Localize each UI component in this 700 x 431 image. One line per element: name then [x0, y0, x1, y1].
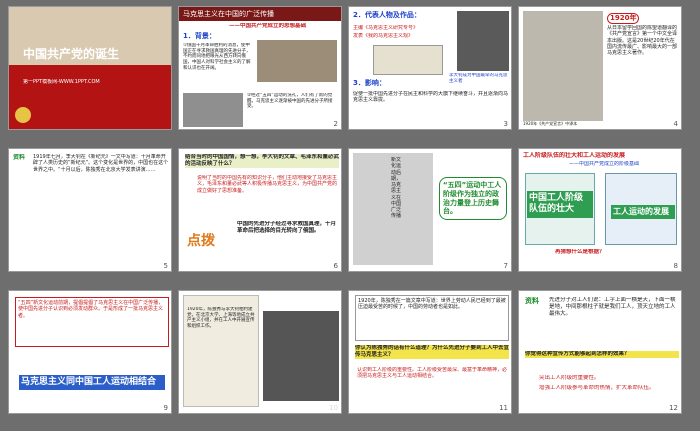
slide-9-banner: 马克思主义同中国工人运动相结合	[19, 375, 165, 391]
slide-1-subtitle: 第一PPT模板网-WWW.1PPT.COM	[23, 79, 100, 85]
slide-6-question: 结合当时的中国国情，想一想，李大钊的文章、毛泽东和董必武的活动反映了什么？	[185, 154, 339, 168]
slide-11-question: 你认为陈独秀的话有什么道理？为什么先进分子要到工人中去宣传马克思主义？	[355, 345, 509, 359]
slide-7-thumbnail[interactable]: 新文化运动后期，马克思主义在中国广泛传播 “五四”运动中工人阶级作为独立的政治力…	[348, 148, 512, 272]
slide-12-answer-1: 突出工人阶级的重要性。	[539, 375, 600, 381]
slide-10-thumbnail[interactable]: 1920年，陈独秀与李大钊相约建党，在北京大学、上海等地成立共产主义小组，并在工…	[178, 290, 342, 414]
slide-12-source: 资料	[525, 297, 539, 305]
slide-3-thumbnail[interactable]: 2．代表人物及作品： 主编《马克思主义研究专号》 发表《我的马克思主义观》 李大…	[348, 6, 512, 130]
slide-6-note: 中国的先进分子经过寻求救国真理，十月革命后把选择的目光转向了俄国。	[237, 221, 337, 234]
slide-number: 9	[163, 404, 168, 412]
slide-number: 4	[673, 120, 678, 128]
slide-7-side-text: 新文化运动后期，马克思主义在中国广泛传播	[391, 157, 402, 220]
slide-number: 2	[333, 120, 338, 128]
slide-4-marx-portrait	[523, 11, 603, 121]
slide-6-answer: 说明了当时的中国先有的知识分子，他们主动地接受了马克思主义，毛泽东和董必武等人积…	[197, 175, 337, 194]
slide-4-caption: 1920年《共产党宣言》中译本	[523, 121, 578, 126]
party-emblem-icon	[15, 107, 31, 123]
slide-12-quote: 先进分子对工人们说：工字上面一横是天，下面一横是地，中间那根柱子就是我们工人，顶…	[549, 297, 676, 317]
slide-8-left-label: 中国工人阶级队伍的壮大	[527, 191, 593, 218]
slide-11-answer: 认识到工人阶级的重要性。工人阶级受苦最深、最富于革命精神，必须把马克思主义与工人…	[357, 367, 507, 380]
slide-5-source: 资料	[13, 154, 26, 161]
slide-8-band: ——中国共产党成立的阶级基础	[569, 161, 640, 167]
slide-1-title: 中国共产党的诞生	[23, 47, 120, 61]
slide-9-text: “五四”新文化运动前期，提倡提倡了马克思主义在中国广泛传播，使中国先进分子认识到…	[15, 297, 169, 347]
slide-1-thumbnail[interactable]: 中国共产党的诞生 第一PPT模板网-WWW.1PPT.COM	[8, 6, 172, 130]
slide-8-header: 工人阶级队伍的壮大和工人运动的发展	[523, 152, 626, 159]
slide-7-bubble: “五四”运动中工人阶级作为独立的政治力量登上历史舞台。	[439, 177, 507, 220]
slide-2-p1: ①俄国十月革命胜利的消息，使中国正在寻求救国真理的先进分子，不约而同地把眼光从西…	[183, 43, 251, 71]
slide-3-portrait	[457, 11, 509, 71]
slide-number: 10	[329, 404, 338, 412]
slide-2-band: ——中国共产党成立的思想基础	[229, 23, 307, 29]
slide-2-sec1: 1．背景：	[183, 32, 216, 40]
slide-number: 7	[503, 262, 508, 270]
slide-8-question: 再猜想什么是根据？	[555, 249, 605, 255]
slide-3-sec3: 3．影响：	[353, 79, 386, 87]
slide-4-text: 从日本留学回国的陈望道翻译的《共产党宣言》第一个中文全译本出版。这是20世纪20…	[607, 25, 678, 56]
slide-5-thumbnail[interactable]: 资料 1919年七月，李大钊在《新纪元》一文中写道：十月革命开辟了人类历史的“新…	[8, 148, 172, 272]
slide-11-thumbnail[interactable]: 1920年，陈独秀在一篇文章中写道：世界上劳动人民已经到了最被压迫最受苦的时候了…	[348, 290, 512, 414]
slide-3-p3: 促使一批中国先进分子在民主和科学的大旗下继续奋斗，并且逐渐向马克思主义靠拢。	[353, 91, 509, 104]
slide-2-photo-2	[183, 93, 243, 127]
slide-11-text: 1920年，陈独秀在一篇文章中写道：世界上劳动人民已经到了最被压迫最受苦的时候了…	[355, 295, 509, 341]
slide-3-p1: 主编《马克思主义研究专号》	[353, 25, 419, 31]
slide-number: 8	[673, 262, 678, 270]
slide-3-sec2: 2．代表人物及作品：	[353, 11, 421, 19]
slide-2-title: 马克思主义在中国的广泛传播	[183, 10, 274, 18]
slide-number: 11	[499, 404, 508, 412]
slide-number: 6	[333, 262, 338, 270]
slide-4-year: 1920年	[607, 13, 640, 24]
slide-3-caption: 李大钊成为中国最早的马克思主义者	[449, 73, 508, 84]
slide-3-journal	[373, 45, 443, 75]
slide-6-thumbnail[interactable]: 结合当时的中国国情，想一想，李大钊的文章、毛泽东和董必武的活动反映了什么？ 说明…	[178, 148, 342, 272]
slide-6-tag: 点拨	[187, 233, 215, 249]
slide-8-right-label: 工人运动的发展	[611, 205, 675, 219]
slide-9-thumbnail[interactable]: “五四”新文化运动前期，提倡提倡了马克思主义在中国广泛传播，使中国先进分子认识到…	[8, 290, 172, 414]
slide-10-text: 1920年，陈独秀与李大钊相约建党，在北京大学、上海等地成立共产主义小组，并在工…	[187, 307, 255, 329]
slide-5-text: 1919年七月，李大钊在《新纪元》一文中写道：十月革命开辟了人类历史的“新纪元”…	[33, 154, 169, 173]
slide-number: 5	[163, 262, 168, 270]
slide-12-question: 你觉得这种宣传方式能够起到怎样的效果？	[525, 351, 679, 358]
slide-2-p2: ②经过“五四”运动的洗礼，人们有了新的觉醒。马克思主义逐渐被中国的先进分子所接受…	[247, 93, 333, 110]
slide-8-thumbnail[interactable]: 工人阶级队伍的壮大和工人运动的发展 ——中国共产党成立的阶级基础 中国工人阶级队…	[518, 148, 682, 272]
slide-12-thumbnail[interactable]: 资料 先进分子对工人们说：工字上面一横是天，下面一横是地，中间那根柱子就是我们工…	[518, 290, 682, 414]
slide-2-photo-1	[257, 40, 337, 82]
slide-12-answer-2: 增强工人阶级参与革命的热情，扩大革命队伍。	[539, 385, 655, 391]
slide-number: 3	[503, 120, 508, 128]
slide-4-thumbnail[interactable]: 1920年 从日本留学回国的陈望道翻译的《共产党宣言》第一个中文全译本出版。这是…	[518, 6, 682, 130]
slide-number: 12	[669, 404, 678, 412]
slide-10-photo	[263, 311, 339, 401]
slide-2-thumbnail[interactable]: 马克思主义在中国的广泛传播 ——中国共产党成立的思想基础 1．背景： ①俄国十月…	[178, 6, 342, 130]
slide-3-p2: 发表《我的马克思主义观》	[353, 33, 414, 39]
